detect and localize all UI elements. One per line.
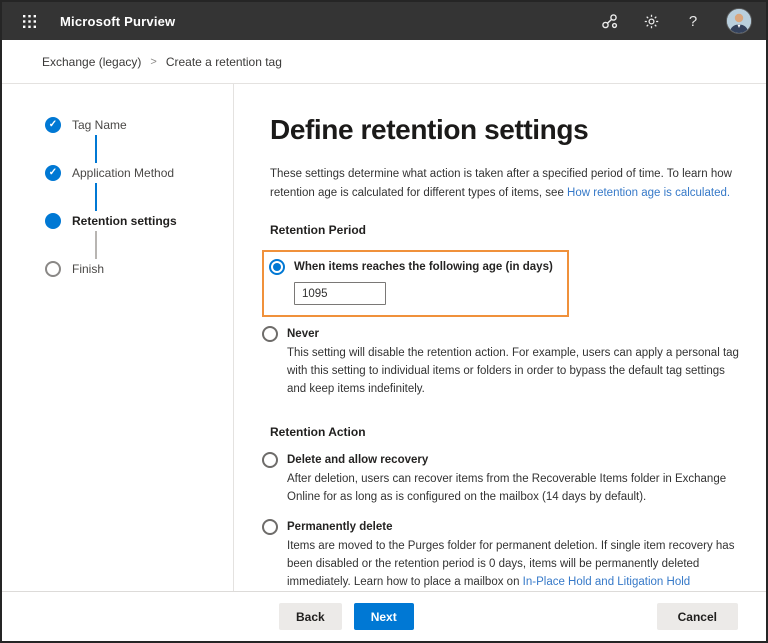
never-radio[interactable] — [262, 326, 278, 343]
retention-period-heading: Retention Period — [270, 223, 367, 238]
delete-recovery-description: After deletion, users can recover items … — [287, 472, 727, 503]
step-connector — [95, 183, 97, 211]
waffle-menu-icon[interactable] — [14, 6, 44, 36]
help-icon[interactable]: ? — [684, 12, 702, 30]
retention-age-link[interactable]: How retention age is calculated. — [567, 187, 730, 199]
settings-gear-icon[interactable] — [642, 12, 660, 30]
option-permanently-delete: Permanently delete Items are moved to th… — [262, 519, 740, 591]
retention-action-heading: Retention Action — [270, 424, 366, 439]
age-radio[interactable] — [269, 259, 285, 276]
page-title: Define retention settings — [270, 114, 589, 145]
step-upcoming-icon — [45, 261, 61, 277]
permanently-delete-label: Permanently delete — [287, 521, 393, 534]
wizard-step-application-method[interactable]: ✓ Application Method — [45, 165, 233, 181]
app-title: Microsoft Purview — [60, 13, 176, 29]
breadcrumb-separator-icon: > — [150, 55, 157, 68]
wizard-footer: Back Next Cancel — [2, 591, 766, 641]
never-option-description: This setting will disable the retention … — [287, 347, 739, 395]
option-delete-recovery: Delete and allow recovery After deletion… — [262, 451, 740, 507]
age-option-highlight-box: When items reaches the following age (in… — [262, 250, 569, 318]
back-button[interactable]: Back — [279, 603, 342, 630]
never-option-label: Never — [287, 328, 319, 341]
wizard-steps-sidebar: ✓ Tag Name ✓ Application Method Retentio… — [2, 84, 234, 591]
step-label: Finish — [72, 262, 105, 276]
breadcrumb-current: Create a retention tag — [165, 54, 282, 69]
step-active-icon — [45, 213, 61, 229]
step-connector — [95, 135, 97, 163]
step-completed-icon: ✓ — [45, 117, 61, 133]
cancel-button[interactable]: Cancel — [656, 603, 738, 630]
content-area: ✓ Tag Name ✓ Application Method Retentio… — [2, 84, 766, 591]
step-label: Tag Name — [72, 118, 127, 132]
waffle-grid-glyph — [22, 14, 36, 28]
permanently-delete-description: Items are moved to the Purges folder for… — [287, 538, 739, 591]
permanently-delete-radio[interactable] — [262, 519, 278, 536]
age-days-input[interactable] — [294, 282, 386, 306]
user-avatar[interactable] — [726, 8, 752, 34]
inplace-hold-link[interactable]: In-Place Hold and Litigation Hold — [523, 576, 691, 588]
step-label: Application Method — [72, 166, 175, 180]
next-button[interactable]: Next — [353, 603, 414, 630]
option-never: Never This setting will disable the rete… — [262, 326, 740, 398]
main-panel: Define retention settings These settings… — [234, 84, 766, 591]
wizard-step-finish[interactable]: Finish — [45, 261, 233, 277]
delete-recovery-radio[interactable] — [262, 451, 278, 468]
age-option-label: When items reaches the following age (in… — [294, 261, 553, 274]
top-bar: Microsoft Purview ? — [2, 2, 766, 40]
wizard-step-retention-settings[interactable]: Retention settings — [45, 213, 233, 229]
option-age: When items reaches the following age (in… — [269, 259, 553, 306]
step-connector — [95, 231, 97, 259]
step-completed-icon: ✓ — [45, 165, 61, 181]
wizard-step-tag-name[interactable]: ✓ Tag Name — [45, 117, 233, 133]
delete-recovery-label: Delete and allow recovery — [287, 453, 429, 466]
breadcrumb-parent[interactable]: Exchange (legacy) — [42, 55, 141, 69]
breadcrumb: Exchange (legacy) > Create a retention t… — [2, 40, 766, 84]
topbar-actions: ? — [600, 8, 752, 34]
intro-paragraph: These settings determine what action is … — [270, 165, 738, 202]
app-window: Microsoft Purview ? Exchange (legacy) > … — [0, 0, 768, 643]
step-label: Retention settings — [72, 214, 177, 228]
connections-icon[interactable] — [600, 12, 618, 30]
